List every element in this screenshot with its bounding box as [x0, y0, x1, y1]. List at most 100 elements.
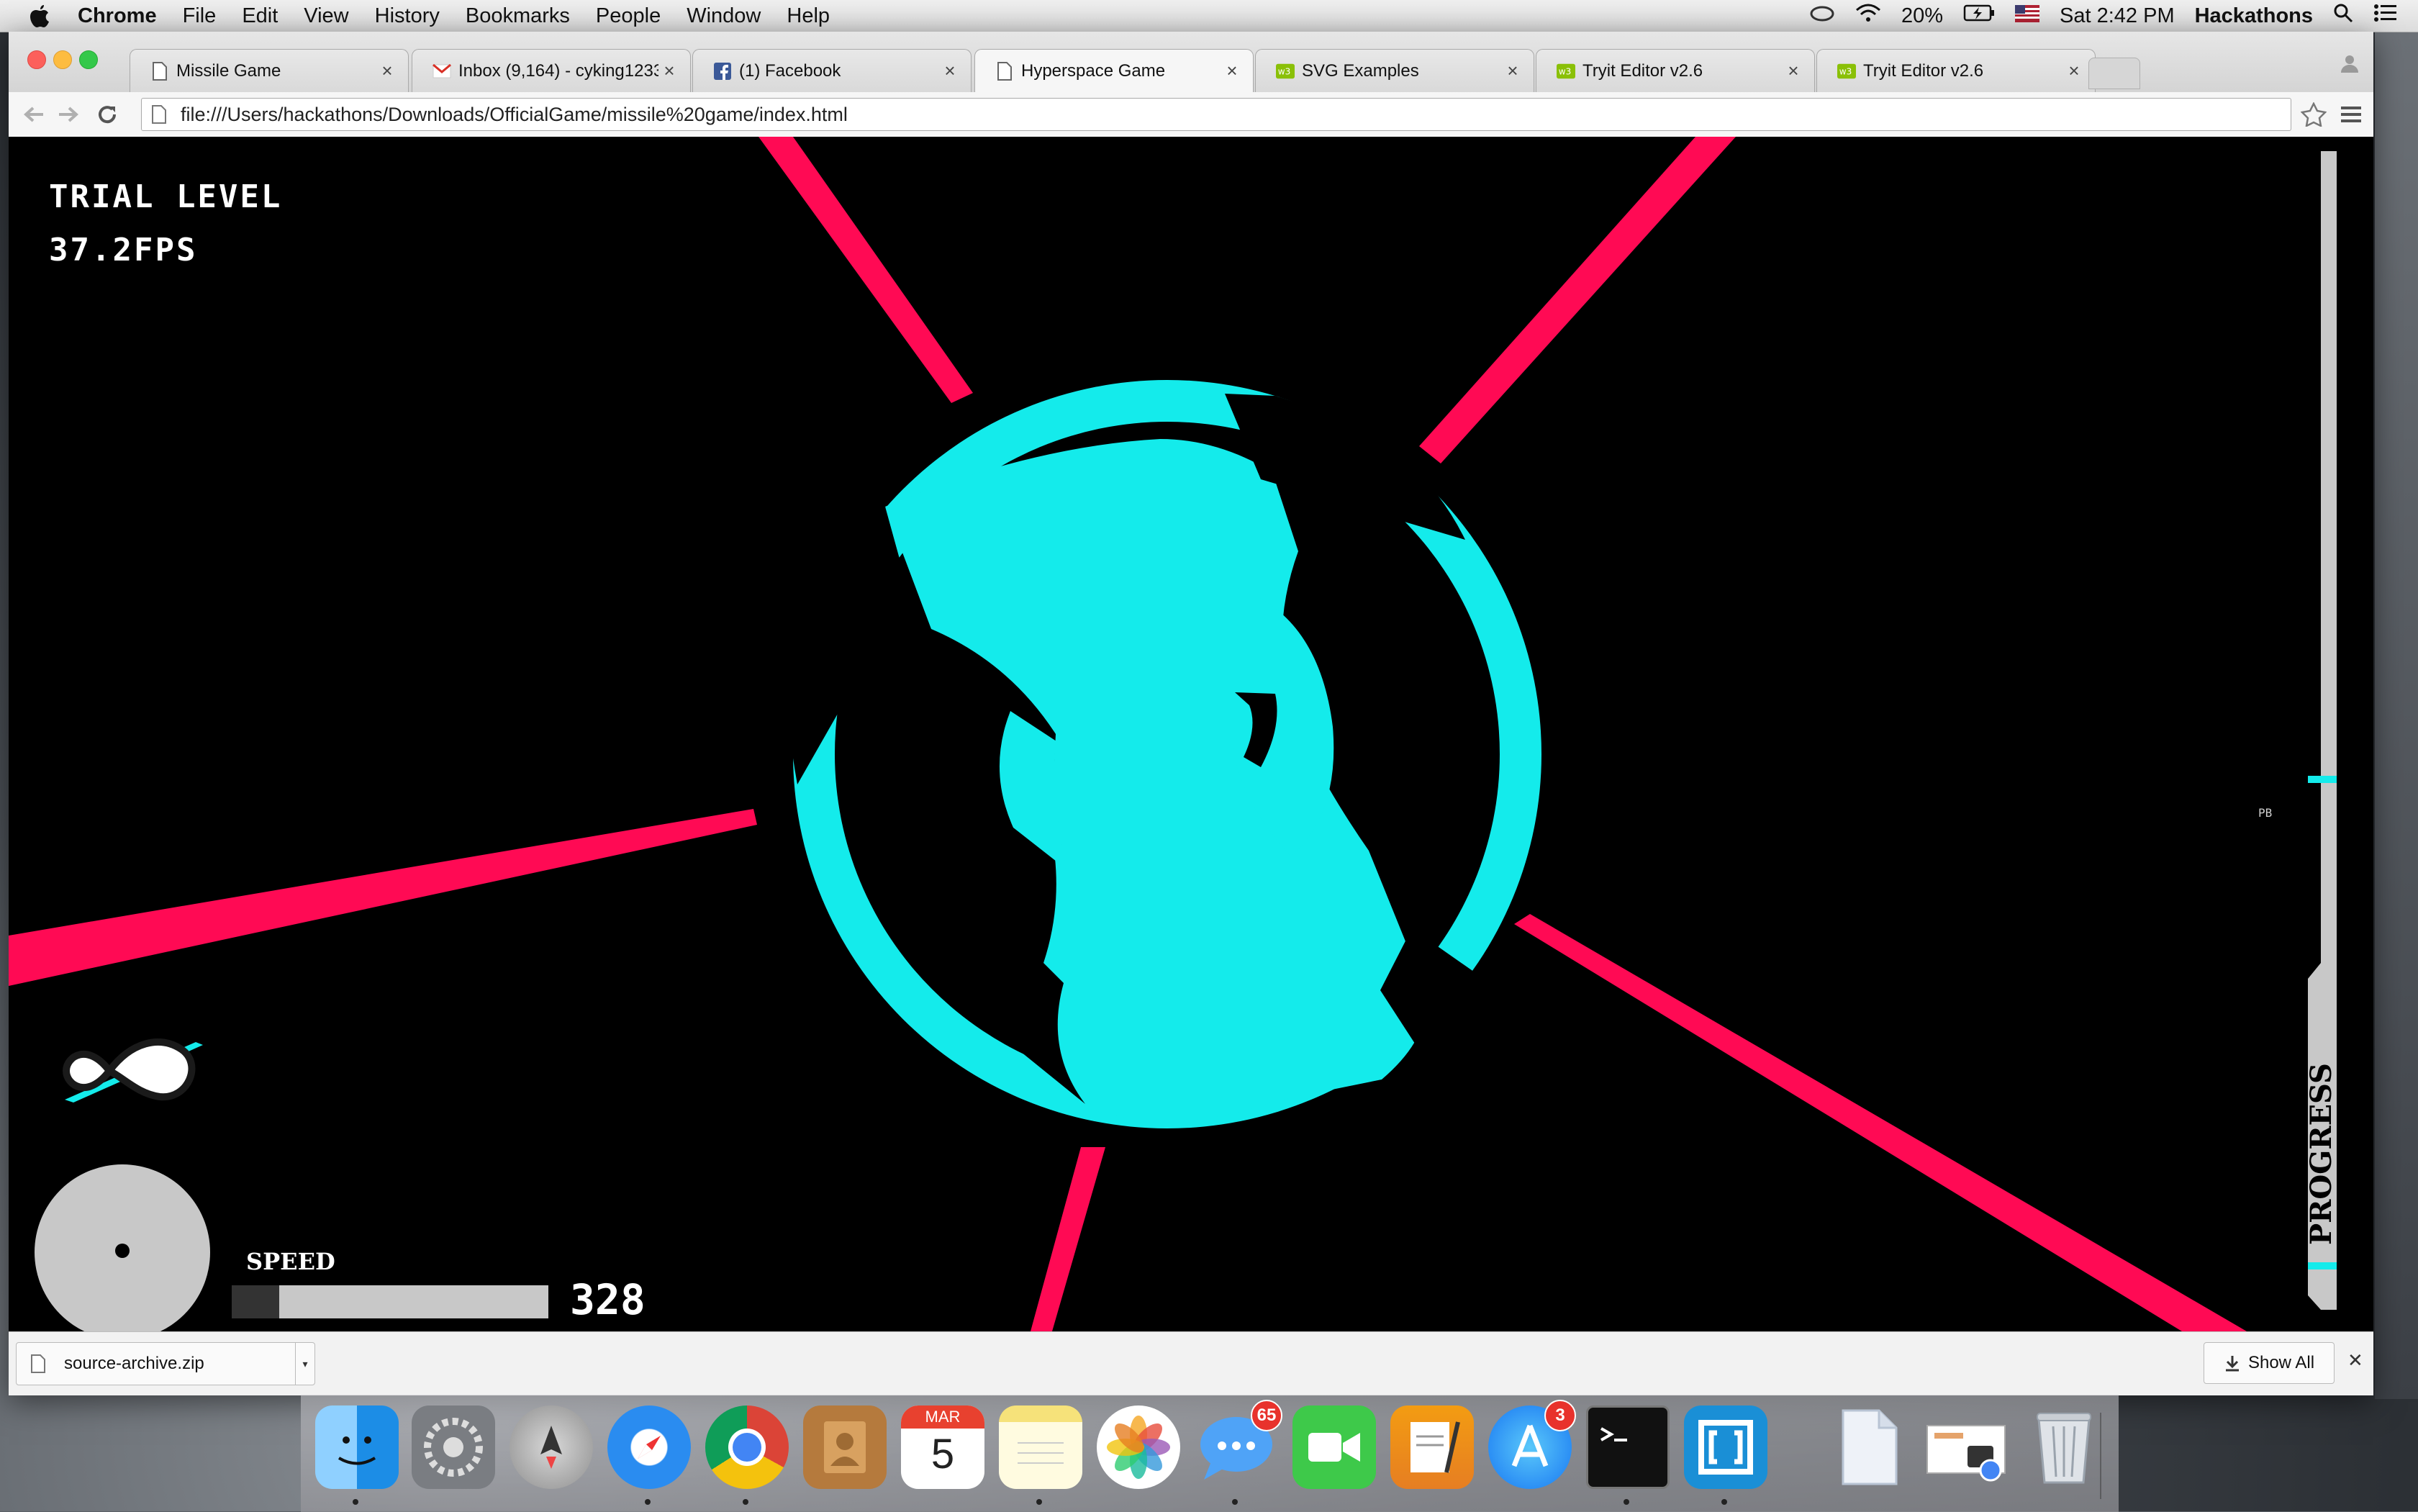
close-download-bar-icon[interactable]: ✕ [2347, 1349, 2363, 1372]
tab-missile-game[interactable]: Missile Game × [130, 49, 409, 92]
messages-badge: 65 [1251, 1400, 1282, 1431]
page-icon [152, 105, 166, 124]
document-icon[interactable] [1826, 1405, 1910, 1489]
menu-bookmarks[interactable]: Bookmarks [466, 4, 570, 28]
running-indicator [1036, 1499, 1042, 1505]
chrome-menu-icon[interactable] [2340, 104, 2362, 125]
address-bar[interactable]: file:///Users/hackathons/Downloads/Offic… [141, 98, 2291, 131]
running-indicator [1721, 1499, 1727, 1505]
app-store-badge: 3 [1544, 1400, 1576, 1431]
tab-facebook[interactable]: (1) Facebook × [692, 49, 972, 92]
trash-icon[interactable] [2022, 1405, 2106, 1489]
fps-counter: 37.2FPS [49, 232, 198, 268]
menu-bar: Chrome File Edit View History Bookmarks … [0, 0, 2418, 32]
svg-text:w3: w3 [1839, 66, 1852, 76]
tab-close-icon[interactable]: × [1783, 60, 1804, 82]
close-window-button[interactable] [27, 50, 46, 69]
progress-marker [2308, 1262, 2337, 1269]
notification-center-icon[interactable] [2373, 3, 2398, 29]
clock[interactable]: Sat 2:42 PM [2060, 4, 2175, 28]
tab-title: Tryit Editor v2.6 [1863, 60, 1984, 81]
show-all-label: Show All [2247, 1353, 2315, 1372]
profile-icon[interactable] [2332, 45, 2368, 82]
preview-stack-icon[interactable] [1924, 1405, 2008, 1489]
facetime-icon[interactable] [1292, 1405, 1376, 1489]
w3schools-icon: w3 [1276, 62, 1295, 81]
tab-svg-examples[interactable]: w3 SVG Examples × [1255, 49, 1534, 92]
wifi-icon[interactable] [1855, 3, 1881, 29]
zoom-window-button[interactable] [79, 50, 98, 69]
tab-title: Tryit Editor v2.6 [1582, 60, 1703, 81]
menu-people[interactable]: People [596, 4, 661, 28]
photos-icon[interactable] [1097, 1405, 1180, 1489]
app-store-icon[interactable]: 3 [1488, 1400, 1576, 1489]
minimize-window-button[interactable] [53, 50, 72, 69]
running-indicator [645, 1499, 651, 1505]
reload-icon[interactable] [95, 102, 119, 127]
joystick-pad[interactable] [35, 1164, 210, 1331]
brackets-icon[interactable] [1684, 1405, 1767, 1489]
menu-history[interactable]: History [375, 4, 440, 28]
pages-icon[interactable] [1390, 1405, 1474, 1489]
personal-best-marker [2308, 776, 2337, 783]
menu-view[interactable]: View [304, 4, 348, 28]
ray-left [9, 809, 757, 986]
calendar-icon[interactable]: MAR 5 [901, 1405, 984, 1489]
tab-close-icon[interactable]: × [376, 60, 398, 82]
url-text[interactable]: file:///Users/hackathons/Downloads/Offic… [181, 104, 848, 126]
tab-tryit-editor-2[interactable]: w3 Tryit Editor v2.6 × [1816, 49, 2096, 92]
tab-close-icon[interactable]: × [939, 60, 961, 82]
menu-window[interactable]: Window [687, 4, 761, 28]
finder-icon[interactable] [315, 1405, 399, 1489]
tab-inbox[interactable]: Inbox (9,164) - cyking1233 × [412, 49, 691, 92]
safari-icon[interactable] [607, 1405, 691, 1489]
joystick-knob[interactable] [115, 1244, 130, 1258]
show-all-downloads-button[interactable]: Show All [2204, 1342, 2335, 1384]
chrome-icon[interactable] [705, 1405, 789, 1489]
tab-tryit-editor[interactable]: w3 Tryit Editor v2.6 × [1536, 49, 1815, 92]
system-preferences-icon[interactable] [412, 1405, 495, 1489]
tab-hyperspace-game[interactable]: Hyperspace Game × [974, 49, 1254, 92]
new-tab-button[interactable] [2088, 58, 2140, 89]
notes-icon[interactable] [999, 1405, 1082, 1489]
messages-icon[interactable]: 65 [1195, 1400, 1282, 1489]
bookmark-star-icon[interactable] [2300, 101, 2327, 128]
tab-close-icon[interactable]: × [658, 60, 680, 82]
menu-file[interactable]: File [183, 4, 217, 28]
progress-label: PROGRESS [2304, 1063, 2338, 1245]
download-arrow-icon [2225, 1356, 2239, 1372]
w3schools-icon: w3 [1837, 62, 1856, 81]
download-bar: source-archive.zip ▾ Show All ✕ [9, 1331, 2373, 1395]
running-indicator [743, 1499, 748, 1505]
tab-strip: Missile Game × Inbox (9,164) - cyking123… [9, 32, 2373, 92]
battery-icon[interactable] [1963, 4, 1995, 28]
svg-text:w3: w3 [1559, 66, 1572, 76]
menu-help[interactable]: Help [787, 4, 830, 28]
ray-upper-right [1419, 137, 1736, 463]
game-canvas[interactable]: TRIAL LEVEL 37.2FPS SPEED 328 PB PROGRES… [9, 137, 2373, 1331]
facebook-icon [713, 62, 732, 81]
input-source-flag-icon[interactable] [2015, 4, 2040, 28]
terminal-icon[interactable] [1586, 1405, 1670, 1489]
forward-icon[interactable] [56, 102, 81, 127]
tab-close-icon[interactable]: × [1502, 60, 1523, 82]
download-options-icon[interactable]: ▾ [295, 1343, 314, 1385]
menu-edit[interactable]: Edit [242, 4, 278, 28]
personal-best-label: PB [2258, 806, 2273, 820]
creative-cloud-icon[interactable] [1809, 4, 1835, 28]
infinity-icon[interactable] [59, 1028, 210, 1114]
contacts-icon[interactable] [803, 1405, 887, 1489]
tab-close-icon[interactable]: × [2063, 60, 2085, 82]
tab-close-icon[interactable]: × [1221, 60, 1243, 82]
calendar-day: 5 [930, 1431, 955, 1477]
spotlight-search-icon[interactable] [2333, 3, 2353, 29]
battery-percent[interactable]: 20% [1901, 4, 1943, 28]
ray-upper-left [759, 137, 973, 403]
user-account[interactable]: Hackathons [2195, 4, 2313, 28]
download-item[interactable]: source-archive.zip ▾ [16, 1342, 315, 1385]
page-icon [150, 61, 169, 81]
back-icon[interactable] [22, 102, 46, 127]
apple-icon[interactable] [26, 3, 55, 29]
launchpad-icon[interactable] [510, 1405, 593, 1489]
menu-app-name[interactable]: Chrome [78, 4, 157, 28]
